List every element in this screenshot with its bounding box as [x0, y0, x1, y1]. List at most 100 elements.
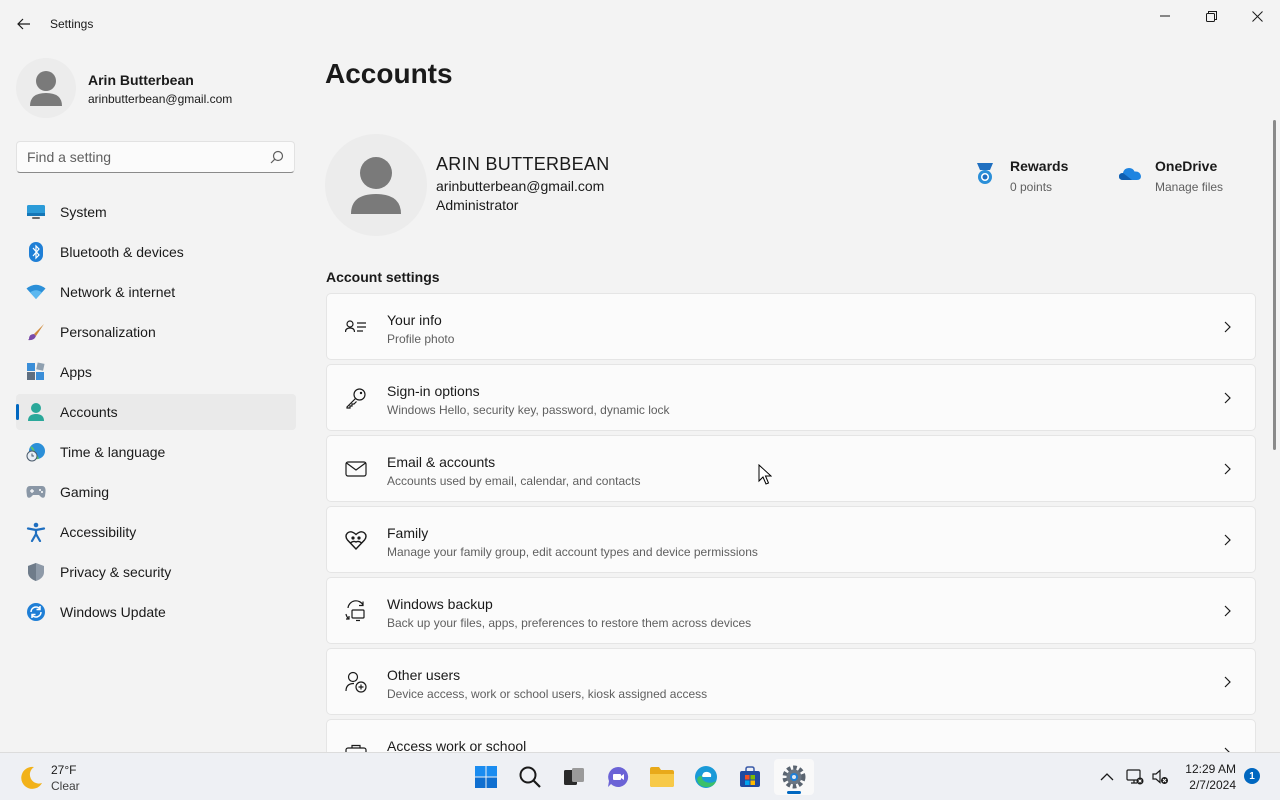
bluetooth-icon	[26, 242, 46, 262]
network-disconnected-icon	[1126, 769, 1144, 785]
settings-app-button[interactable]	[774, 759, 814, 795]
sidebar-item-privacy-security[interactable]: Privacy & security	[16, 554, 296, 590]
profile-email: arinbutterbean@gmail.com	[88, 92, 233, 106]
task-view-icon	[564, 768, 584, 785]
taskbar-search-button[interactable]	[510, 759, 550, 795]
chevron-right-icon	[1224, 605, 1231, 617]
settings-row-email-accounts[interactable]: Email & accounts Accounts used by email,…	[326, 435, 1256, 502]
edge-icon	[695, 766, 717, 788]
gamepad-icon	[26, 482, 46, 502]
family-heart-icon	[345, 531, 367, 551]
minimize-button[interactable]	[1142, 0, 1188, 32]
sidebar-item-personalization[interactable]: Personalization	[16, 314, 296, 350]
start-button[interactable]	[466, 759, 506, 795]
chevron-right-icon	[1224, 534, 1231, 546]
sidebar-item-bluetooth[interactable]: Bluetooth & devices	[16, 234, 296, 270]
back-arrow-icon	[17, 18, 30, 30]
sidebar-item-label: Apps	[60, 364, 92, 380]
sidebar-item-system[interactable]: System	[16, 194, 296, 230]
sidebar-item-gaming[interactable]: Gaming	[16, 474, 296, 510]
network-tray-button[interactable]	[1125, 767, 1145, 787]
row-title: Family	[387, 525, 429, 541]
rewards-tile[interactable]: Rewards 0 points	[973, 158, 1093, 198]
globe-clock-icon	[26, 442, 46, 462]
rewards-points: 0 points	[1010, 180, 1053, 194]
person-icon	[26, 402, 46, 422]
settings-row-other-users[interactable]: Other users Device access, work or schoo…	[326, 648, 1256, 715]
profile-summary[interactable]: Arin Butterbean arinbutterbean@gmail.com	[16, 58, 296, 118]
chevron-right-icon	[1224, 463, 1231, 475]
scrollbar[interactable]	[1273, 120, 1276, 450]
volume-tray-button[interactable]	[1150, 767, 1170, 787]
sidebar-item-apps[interactable]: Apps	[16, 354, 296, 390]
title-bar: Settings	[0, 0, 1280, 48]
search-input[interactable]	[17, 142, 257, 172]
notification-badge[interactable]: 1	[1244, 768, 1260, 784]
row-title: Windows backup	[387, 596, 493, 612]
taskbar-clock[interactable]: 12:29 AM 2/7/2024	[1180, 761, 1236, 793]
row-subtitle: Profile photo	[387, 332, 455, 346]
row-title: Other users	[387, 667, 461, 683]
sidebar-item-accessibility[interactable]: Accessibility	[16, 514, 296, 550]
apps-icon	[26, 362, 46, 382]
sidebar-item-label: Privacy & security	[60, 564, 172, 580]
file-explorer-button[interactable]	[642, 759, 682, 795]
mail-icon	[345, 461, 367, 477]
restore-button[interactable]	[1188, 0, 1234, 32]
weather-widget[interactable]: 27°F Clear	[18, 761, 128, 795]
row-subtitle: Accounts used by email, calendar, and co…	[387, 474, 641, 488]
search-box	[16, 141, 295, 173]
sidebar-item-label: System	[60, 204, 107, 220]
avatar	[16, 58, 76, 118]
search-icon[interactable]	[270, 150, 284, 164]
sidebar-item-label: Bluetooth & devices	[60, 244, 184, 260]
edge-browser-button[interactable]	[686, 759, 726, 795]
teams-chat-button[interactable]	[598, 759, 638, 795]
settings-row-windows-backup[interactable]: Windows backup Back up your files, apps,…	[326, 577, 1256, 644]
chevron-right-icon	[1224, 676, 1231, 688]
sidebar-item-network[interactable]: Network & internet	[16, 274, 296, 310]
onedrive-tile[interactable]: OneDrive Manage files	[1118, 158, 1258, 198]
account-role: Administrator	[436, 197, 519, 213]
row-title: Sign-in options	[387, 383, 480, 399]
brush-icon	[26, 322, 46, 342]
row-subtitle: Manage your family group, edit account t…	[387, 545, 758, 559]
page-title: Accounts	[325, 58, 453, 89]
store-bag-icon	[740, 766, 760, 787]
chevron-right-icon	[1224, 392, 1231, 404]
add-person-icon	[345, 671, 367, 693]
close-button[interactable]	[1234, 0, 1280, 32]
main-content: Accounts ARIN BUTTERBEAN arinbutterbean@…	[310, 48, 1270, 786]
moon-icon	[21, 766, 42, 789]
folder-icon	[650, 767, 674, 787]
settings-row-your-info[interactable]: Your info Profile photo	[326, 293, 1256, 360]
sidebar-item-windows-update[interactable]: Windows Update	[16, 594, 296, 630]
row-title: Email & accounts	[387, 454, 496, 470]
microsoft-store-button[interactable]	[730, 759, 770, 795]
active-app-indicator	[787, 791, 801, 794]
settings-row-family[interactable]: Family Manage your family group, edit ac…	[326, 506, 1256, 573]
sidebar-item-label: Time & language	[60, 444, 166, 460]
onedrive-title: OneDrive	[1155, 158, 1218, 174]
chevron-up-icon	[1100, 773, 1114, 781]
sidebar-item-label: Accessibility	[60, 524, 137, 540]
show-hidden-icons-button[interactable]	[1097, 767, 1117, 787]
row-subtitle: Device access, work or school users, kio…	[387, 687, 708, 701]
back-button[interactable]	[10, 10, 38, 38]
task-view-button[interactable]	[554, 759, 594, 795]
shield-icon	[26, 562, 46, 582]
avatar[interactable]	[325, 134, 427, 236]
sidebar-item-label: Personalization	[60, 324, 156, 340]
chat-icon	[608, 766, 629, 787]
sidebar-item-label: Network & internet	[60, 284, 176, 300]
account-name: ARIN BUTTERBEAN	[436, 154, 610, 174]
settings-row-sign-in-options[interactable]: Sign-in options Windows Hello, security …	[326, 364, 1256, 431]
close-icon	[1251, 10, 1263, 22]
sidebar-item-label: Windows Update	[60, 604, 166, 620]
section-title: Account settings	[326, 269, 440, 285]
rewards-title: Rewards	[1010, 158, 1069, 174]
avatar-person-icon	[30, 71, 62, 106]
sidebar-item-time-language[interactable]: Time & language	[16, 434, 296, 470]
gear-icon	[782, 765, 806, 789]
sidebar-item-accounts[interactable]: Accounts	[16, 394, 296, 430]
